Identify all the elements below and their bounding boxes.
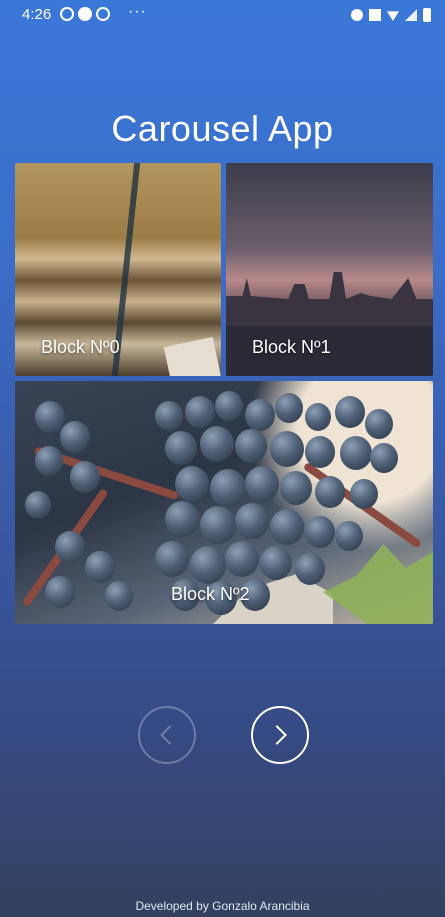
grape xyxy=(305,403,331,431)
footer-credit: Developed by Gonzalo Arancibia xyxy=(135,899,310,913)
grape xyxy=(280,471,312,505)
app-notification-icon xyxy=(78,7,92,21)
block-label-1: Block Nº1 xyxy=(252,337,331,357)
grape xyxy=(270,509,304,545)
grape xyxy=(305,436,335,468)
grape xyxy=(235,503,269,539)
carousel-block-2[interactable]: Block Nº2 xyxy=(15,381,433,624)
next-button[interactable] xyxy=(251,706,309,764)
grape xyxy=(365,409,393,439)
signal-icon xyxy=(405,9,417,21)
grape xyxy=(190,546,226,584)
battery-icon xyxy=(423,8,431,22)
grape xyxy=(270,431,304,467)
paper-decoration xyxy=(163,336,221,376)
alarm-icon xyxy=(351,9,363,21)
grape xyxy=(25,491,51,519)
grape xyxy=(55,531,85,563)
grape xyxy=(245,466,279,502)
grape xyxy=(245,399,275,431)
chevron-left-icon xyxy=(160,725,180,745)
grape xyxy=(35,401,65,433)
grape xyxy=(315,476,345,508)
grape xyxy=(105,581,133,611)
grape xyxy=(165,431,197,465)
grape xyxy=(165,501,199,537)
bridge-image xyxy=(226,272,433,326)
grape xyxy=(335,396,365,428)
system-icons xyxy=(351,8,431,22)
grape xyxy=(70,461,100,493)
block-label-0: Block Nº0 xyxy=(41,337,120,357)
grape xyxy=(175,466,209,502)
grape xyxy=(275,393,303,423)
grape xyxy=(340,436,372,470)
carousel-block-0[interactable]: Block Nº0 xyxy=(15,163,221,376)
app-title: Carousel App xyxy=(111,108,334,149)
carousel-block-1[interactable]: Block Nº1 xyxy=(226,163,433,376)
grape xyxy=(335,521,363,551)
notification-icons xyxy=(60,7,110,21)
grape xyxy=(155,401,183,431)
status-bar: 4:26 ··· xyxy=(0,0,445,30)
grape xyxy=(45,576,75,608)
grape xyxy=(350,479,378,509)
chevron-right-icon xyxy=(267,725,287,745)
grape xyxy=(260,546,292,580)
grape xyxy=(35,446,63,476)
grape xyxy=(60,421,90,453)
block-label-2: Block Nº2 xyxy=(171,584,250,604)
more-notifications-icon: ··· xyxy=(128,3,147,20)
grape xyxy=(370,443,398,473)
grape xyxy=(215,391,243,421)
messenger-icon xyxy=(96,7,110,21)
grape xyxy=(235,429,267,463)
grape xyxy=(225,541,259,577)
carousel-grid: Block Nº0 Block Nº1 Block Nº2 xyxy=(15,163,433,624)
grape-leaf xyxy=(323,544,433,624)
grape xyxy=(200,506,236,544)
whatsapp-icon xyxy=(60,7,74,21)
grape xyxy=(210,469,246,507)
grape xyxy=(295,553,325,585)
grape xyxy=(85,551,115,583)
grape xyxy=(305,516,335,548)
grape xyxy=(185,396,215,428)
status-time: 4:26 xyxy=(22,6,52,23)
previous-button[interactable] xyxy=(138,706,196,764)
grape xyxy=(200,426,234,462)
mute-icon xyxy=(369,9,381,21)
grape xyxy=(155,541,189,577)
wifi-icon xyxy=(387,11,399,21)
